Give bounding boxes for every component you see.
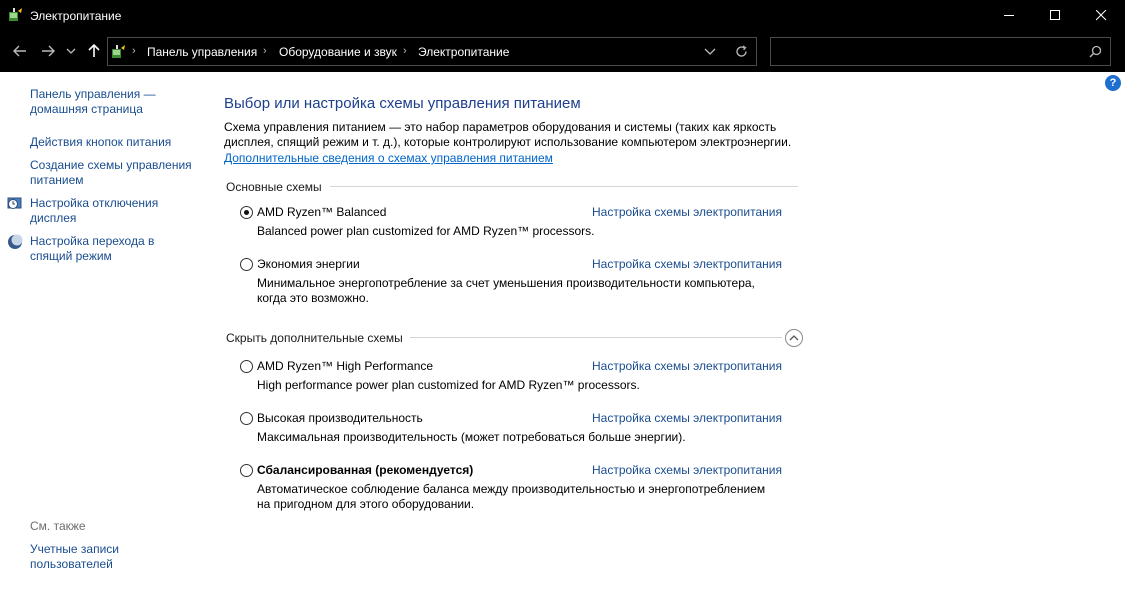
back-button[interactable] (10, 41, 30, 61)
minimize-icon (1004, 15, 1014, 16)
plan-description: Balanced power plan customized for AMD R… (257, 224, 595, 238)
plan-description: Минимальное энергопотребление за счет ум… (257, 276, 755, 305)
plan-settings-link[interactable]: Настройка схемы электропитания (592, 411, 782, 425)
plan-description: High performance power plan customized f… (257, 378, 640, 392)
plan-name[interactable]: Экономия энергии (257, 257, 360, 271)
see-also-heading: См. также (30, 519, 86, 533)
chevron-down-icon (704, 48, 716, 55)
plan-settings-link[interactable]: Настройка схемы электропитания (592, 257, 782, 271)
more-info-link[interactable]: Дополнительные сведения о схемах управле… (224, 151, 553, 165)
recent-locations-button[interactable] (64, 41, 78, 61)
title-bar: Электропитание (0, 0, 1125, 31)
plan-settings-link[interactable]: Настройка схемы электропитания (592, 463, 782, 477)
breadcrumb-control-panel[interactable]: Панель управления (147, 45, 257, 59)
display-clock-icon (7, 196, 23, 212)
breadcrumb-separator-icon: › (132, 45, 136, 57)
search-input[interactable] (775, 42, 1075, 61)
group-divider (330, 186, 798, 187)
refresh-icon (736, 45, 747, 57)
plan-radio-high-performance[interactable] (240, 412, 253, 425)
close-icon (1096, 10, 1107, 21)
maximize-icon (1050, 10, 1060, 20)
help-button[interactable]: ? (1105, 75, 1121, 91)
plan-description: Максимальная производительность (может п… (257, 430, 686, 444)
plan-name[interactable]: Высокая производительность (257, 411, 423, 425)
chevron-up-icon (789, 335, 799, 341)
sidebar-item-sleep[interactable]: Настройка перехода в спящий режим (30, 234, 170, 264)
power-options-icon (8, 7, 24, 23)
refresh-button[interactable] (735, 45, 748, 61)
sidebar-item-display-off[interactable]: Настройка отключения дисплея (30, 196, 170, 226)
up-button[interactable] (84, 41, 104, 61)
up-arrow-icon (88, 44, 100, 57)
plan-name[interactable]: Сбалансированная (рекомендуется) (257, 463, 473, 477)
plan-settings-link[interactable]: Настройка схемы электропитания (592, 205, 782, 219)
group-divider (410, 337, 782, 338)
moon-sleep-icon (7, 234, 23, 250)
plan-name[interactable]: AMD Ryzen™ Balanced (257, 205, 386, 219)
page-title: Выбор или настройка схемы управления пит… (224, 95, 581, 112)
search-box[interactable] (770, 37, 1111, 66)
minimize-button[interactable] (987, 0, 1033, 31)
address-bar[interactable]: › Панель управления › Оборудование и зву… (107, 37, 757, 66)
collapse-button[interactable] (785, 329, 803, 347)
sidebar-item-user-accounts[interactable]: Учетные записи пользователей (30, 542, 140, 572)
plan-radio-amd-high-performance[interactable] (240, 360, 253, 373)
search-icon[interactable] (1089, 45, 1102, 61)
forward-button[interactable] (38, 41, 58, 61)
forward-arrow-icon (42, 45, 55, 57)
group-title-hidden-plans[interactable]: Скрыть дополнительные схемы (226, 331, 403, 345)
back-arrow-icon (13, 45, 26, 57)
navigation-bar: › Панель управления › Оборудование и зву… (0, 31, 1125, 72)
plan-radio-power-saver[interactable] (240, 258, 253, 271)
plan-radio-balanced[interactable] (240, 464, 253, 477)
plan-description: Автоматическое соблюдение баланса между … (257, 482, 766, 511)
window-title: Электропитание (30, 9, 122, 23)
breadcrumb-separator-icon: › (263, 45, 267, 57)
breadcrumb-power-options[interactable]: Электропитание (418, 45, 509, 59)
sidebar-item-create-plan[interactable]: Создание схемы управления питанием (30, 158, 200, 188)
breadcrumb-hardware-sound[interactable]: Оборудование и звук (279, 45, 397, 59)
power-options-icon (111, 44, 127, 60)
intro-text: Схема управления питанием — это набор па… (224, 120, 792, 149)
sidebar-item-control-panel-home[interactable]: Панель управления — домашняя страница (30, 87, 205, 117)
breadcrumb-separator-icon: › (403, 45, 407, 57)
maximize-button[interactable] (1033, 0, 1079, 31)
chevron-down-icon (66, 48, 76, 54)
sidebar-item-power-buttons[interactable]: Действия кнопок питания (30, 135, 205, 150)
group-title-main-plans: Основные схемы (226, 180, 322, 194)
plan-radio-amd-balanced[interactable] (240, 206, 253, 219)
sidebar: Панель управления — домашняя страница Де… (0, 72, 210, 593)
plan-name[interactable]: AMD Ryzen™ High Performance (257, 359, 433, 373)
close-button[interactable] (1079, 0, 1125, 31)
plan-settings-link[interactable]: Настройка схемы электропитания (592, 359, 782, 373)
address-history-button[interactable] (704, 46, 716, 60)
